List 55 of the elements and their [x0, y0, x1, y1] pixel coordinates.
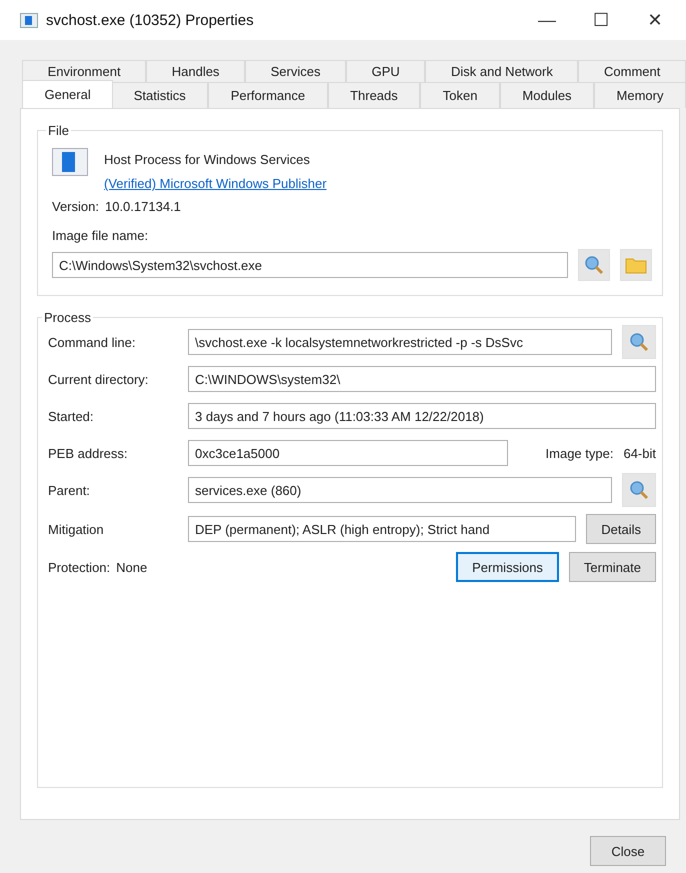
field-label: Current directory:: [48, 372, 150, 386]
tab[interactable]: GPU: [346, 60, 426, 82]
field-label: Started:: [48, 408, 95, 424]
search-icon: [584, 255, 604, 275]
field-label: Mitigation: [48, 522, 105, 536]
close-button[interactable]: Close: [590, 836, 666, 866]
group-title: Process: [43, 310, 92, 325]
search-button[interactable]: [622, 325, 656, 359]
image-path-field[interactable]: C:\Windows\System32\svchost.exe: [52, 252, 568, 278]
group-title: File: [47, 123, 70, 138]
action-button[interactable]: Permissions: [456, 552, 559, 582]
folder-icon: [625, 256, 647, 274]
text-field[interactable]: 0xc3ce1a5000: [188, 440, 508, 466]
tab[interactable]: Memory: [594, 82, 686, 108]
text-field[interactable]: C:\WINDOWS\system32\: [188, 366, 656, 392]
field-label: Parent:: [48, 482, 91, 498]
field-label: Command line:: [48, 334, 136, 350]
file-description: Host Process for Windows Services: [104, 152, 311, 167]
protection-value: None: [116, 560, 148, 574]
details-button[interactable]: Details: [586, 514, 656, 544]
tab[interactable]: Disk and Network: [425, 60, 578, 82]
tab[interactable]: Services: [245, 60, 346, 82]
app-icon: [20, 12, 38, 28]
minimize-button[interactable]: —: [520, 9, 574, 31]
search-button[interactable]: [578, 249, 610, 281]
window-title: svchost.exe (10352) Properties: [46, 12, 255, 28]
tab[interactable]: General: [22, 80, 114, 108]
image-type-value: 64-bit: [623, 446, 656, 460]
tab[interactable]: Statistics: [111, 82, 208, 108]
maximize-button[interactable]: ☐: [574, 9, 628, 31]
window-icon: [52, 148, 88, 176]
text-field[interactable]: DEP (permanent); ASLR (high entropy); Strict hand: [188, 516, 576, 542]
image-file-label: Image file name:: [52, 228, 150, 243]
publisher-link[interactable]: (Verified) Microsoft Windows Publisher: [104, 176, 327, 191]
version-label: Version:: [52, 199, 99, 214]
tab[interactable]: Comment: [578, 60, 686, 82]
field-label: PEB address:: [48, 446, 128, 460]
folder-button[interactable]: [620, 249, 652, 281]
tab[interactable]: Handles: [146, 60, 246, 82]
search-button[interactable]: [622, 473, 656, 507]
tab[interactable]: Performance: [208, 82, 328, 108]
tab[interactable]: Environment: [22, 60, 146, 82]
text-field[interactable]: \svchost.exe -k localsystemnetworkrestricted -p -s DsSvc: [188, 329, 612, 355]
image-type-label: Image type:: [546, 446, 614, 460]
version-value: 10.0.17134.1: [104, 199, 181, 214]
action-button[interactable]: Terminate: [568, 552, 656, 582]
search-icon: [629, 480, 649, 500]
search-icon: [629, 332, 649, 352]
close-button[interactable]: ✕: [628, 9, 682, 31]
protection-label: Protection:: [48, 560, 110, 574]
tab[interactable]: Token: [420, 82, 500, 108]
tab[interactable]: Modules: [500, 82, 594, 108]
text-field[interactable]: 3 days and 7 hours ago (11:03:33 AM 12/22/2018): [188, 403, 656, 429]
tab[interactable]: Threads: [328, 82, 420, 108]
text-field[interactable]: services.exe (860): [188, 477, 612, 503]
